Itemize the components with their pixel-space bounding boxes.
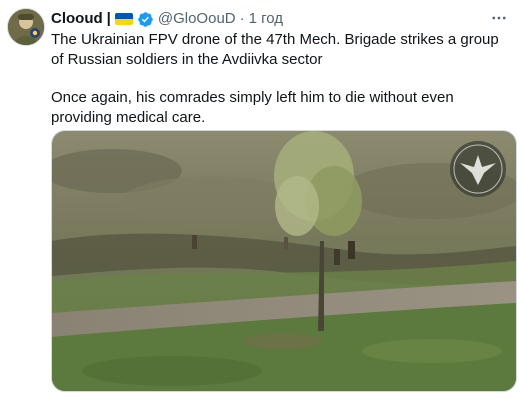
tweet-paragraph: Once again, his comrades simply left him…: [51, 89, 454, 126]
tweet-header: Clooud | @GloOouD · 1 год: [51, 9, 481, 29]
user-handle[interactable]: @GloOouD: [158, 9, 236, 29]
avatar[interactable]: [7, 8, 45, 46]
ukraine-flag-icon: [114, 13, 133, 25]
tweet-paragraph: The Ukrainian FPV drone of the 47th Mech…: [51, 31, 499, 68]
avatar-image: [8, 9, 44, 45]
tweet: Clooud | @GloOouD · 1 год The Ukrainian …: [0, 0, 521, 401]
video-frame: [52, 131, 516, 391]
meta-dot: ·: [239, 10, 245, 27]
timestamp[interactable]: 1 год: [249, 9, 283, 29]
more-options-button[interactable]: [489, 10, 509, 26]
verified-badge-icon: [138, 11, 153, 27]
more-horizontal-icon: [492, 16, 506, 20]
tweet-text: The Ukrainian FPV drone of the 47th Mech…: [51, 30, 511, 127]
display-name[interactable]: Clooud: [51, 9, 103, 29]
name-separator: |: [106, 10, 111, 27]
tweet-media-video[interactable]: [51, 130, 517, 392]
